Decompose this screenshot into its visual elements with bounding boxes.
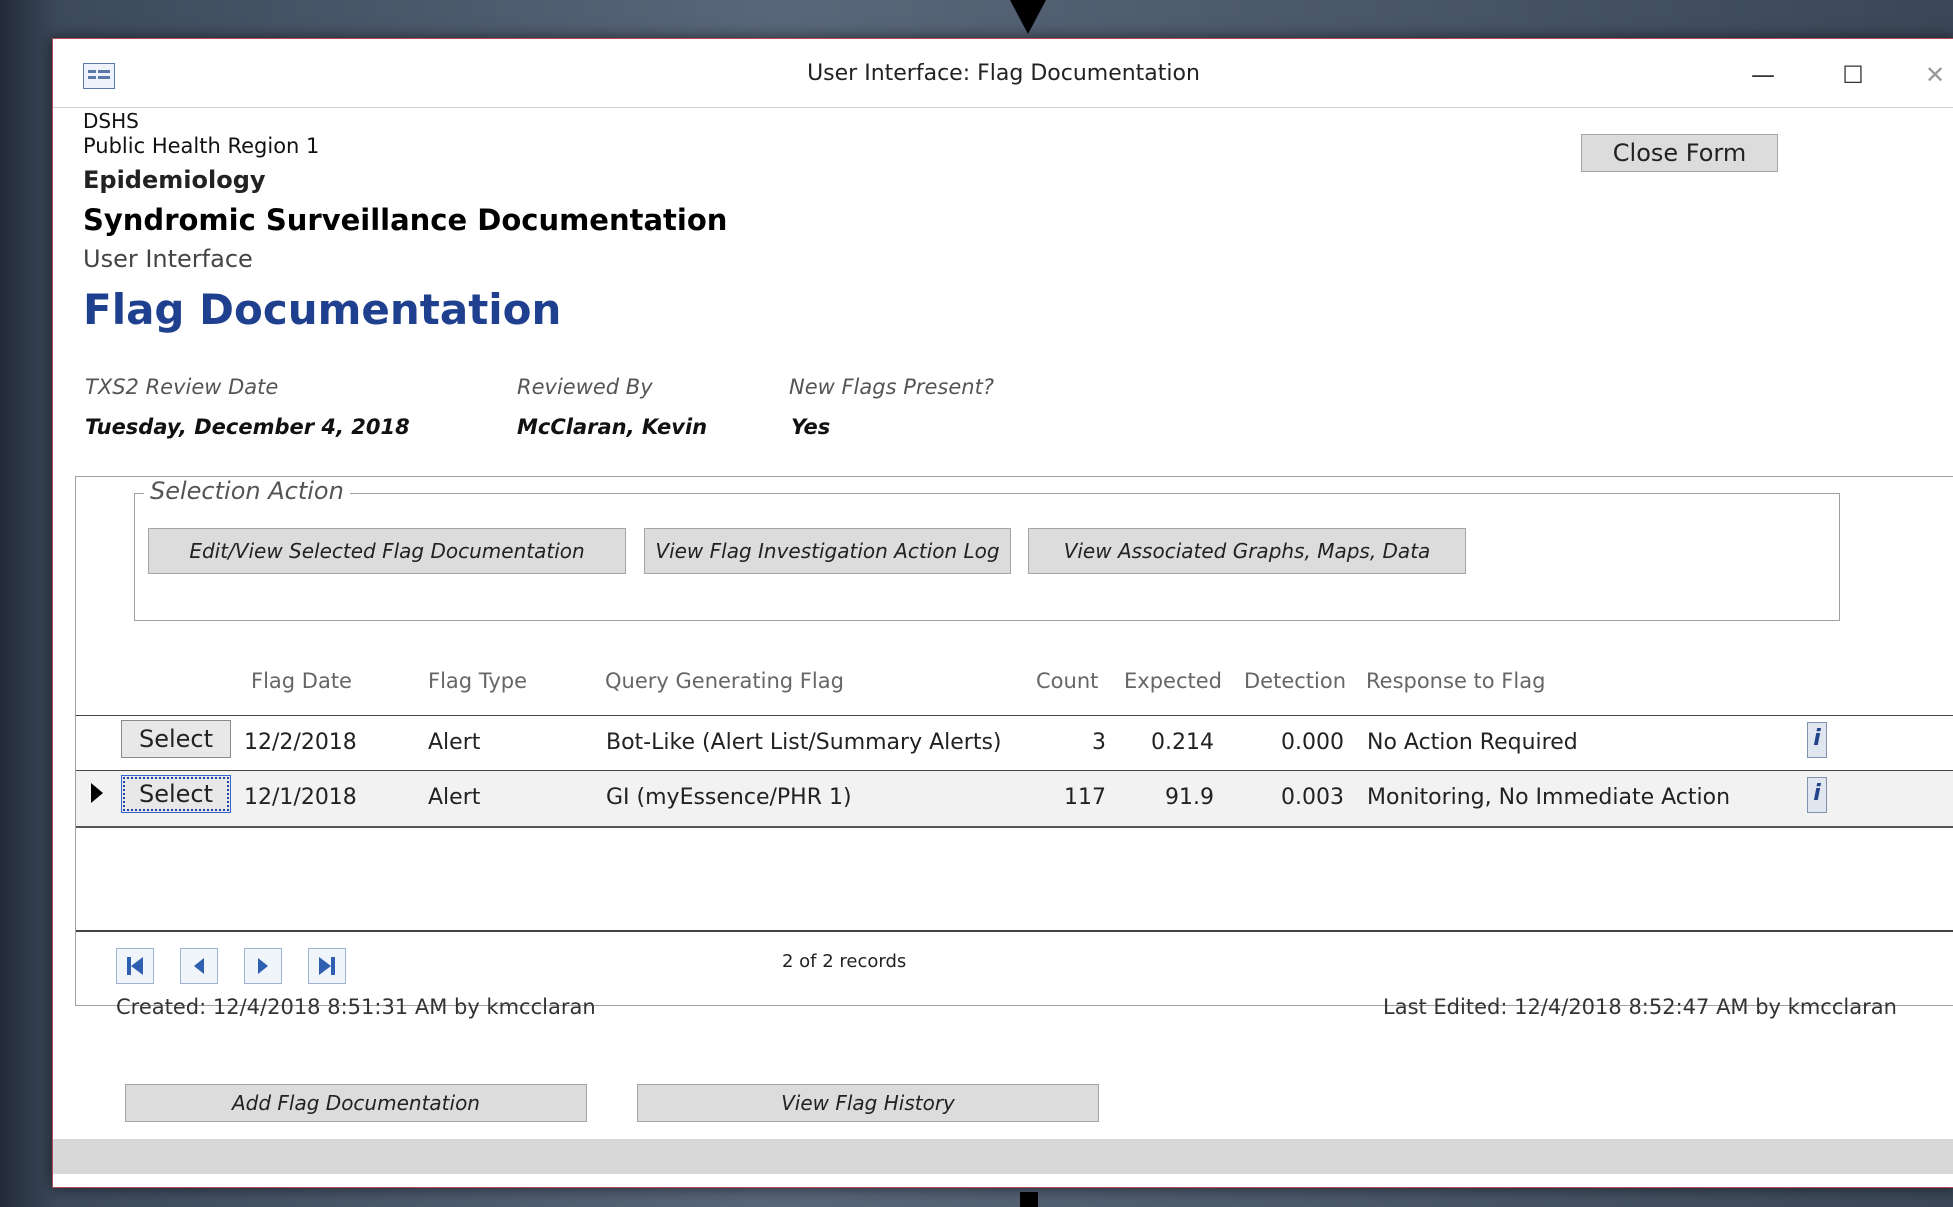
response-cell: No Action Required (1367, 730, 1578, 755)
flag-subform: Selection Action Edit/View Selected Flag… (75, 476, 1953, 1019)
org-name: DSHS (83, 109, 139, 133)
count-cell: 3 (1092, 730, 1106, 755)
detection-cell: 0.000 (1281, 730, 1344, 755)
reviewed-by-label: Reviewed By (517, 375, 653, 399)
count-cell: 117 (1064, 785, 1106, 810)
col-query: Query Generating Flag (605, 669, 844, 693)
new-flags-value: Yes (791, 415, 831, 439)
flag-date-cell: 12/2/2018 (244, 730, 357, 755)
col-flag-type: Flag Type (428, 669, 528, 693)
table-row[interactable]: Select 12/1/2018 Alert GI (myEssence/PHR… (76, 770, 1953, 828)
flag-type-cell: Alert (428, 785, 481, 810)
view-action-log-button[interactable]: View Flag Investigation Action Log (644, 528, 1011, 574)
reviewed-by-value: McClaran, Kevin (517, 415, 708, 439)
col-expected: Expected (1124, 669, 1222, 693)
flag-type-cell: Alert (428, 730, 481, 755)
record-count: 2 of 2 records (782, 951, 907, 972)
status-bar (53, 1139, 1953, 1174)
close-form-button[interactable]: Close Form (1581, 134, 1778, 172)
edit-view-flag-button[interactable]: Edit/View Selected Flag Documentation (148, 528, 626, 574)
department-name: Epidemiology (83, 166, 266, 194)
form-window: User Interface: Flag Documentation — ☐ ✕… (52, 38, 1953, 1188)
page-title: Flag Documentation (83, 285, 562, 334)
next-record-icon[interactable] (244, 948, 282, 984)
review-date-label: TXS2 Review Date (85, 375, 279, 399)
system-name: Syndromic Surveillance Documentation (83, 203, 728, 237)
maximize-button[interactable]: ☐ (1833, 57, 1873, 93)
last-record-icon[interactable] (308, 948, 346, 984)
select-button[interactable]: Select (121, 720, 231, 758)
navigation-divider (76, 930, 1953, 932)
subtitle: User Interface (83, 245, 253, 273)
current-record-indicator-icon (91, 783, 103, 803)
created-info: Created: 12/4/2018 8:51:31 AM by kmcclar… (116, 995, 596, 1019)
view-flag-history-button[interactable]: View Flag History (637, 1084, 1099, 1122)
close-window-button[interactable]: ✕ (1915, 57, 1953, 93)
query-cell: GI (myEssence/PHR 1) (606, 785, 852, 810)
col-detection: Detection (1244, 669, 1347, 693)
new-flags-label: New Flags Present? (789, 375, 994, 399)
previous-record-icon[interactable] (180, 948, 218, 984)
expected-cell: 91.9 (1165, 785, 1214, 810)
info-icon[interactable]: i (1807, 777, 1827, 813)
window-title: User Interface: Flag Documentation (807, 61, 1200, 86)
top-arrow-marker (1010, 0, 1046, 34)
bottom-marker (1020, 1192, 1038, 1207)
col-flag-date: Flag Date (251, 669, 352, 693)
selection-action-legend: Selection Action (144, 477, 350, 505)
detection-cell: 0.003 (1281, 785, 1344, 810)
add-flag-documentation-button[interactable]: Add Flag Documentation (125, 1084, 587, 1122)
last-edited-info: Last Edited: 12/4/2018 8:52:47 AM by kmc… (1383, 995, 1897, 1019)
first-record-icon[interactable] (116, 948, 154, 984)
info-icon[interactable]: i (1807, 722, 1827, 758)
title-bar: User Interface: Flag Documentation — ☐ ✕ (53, 39, 1953, 108)
query-cell: Bot-Like (Alert List/Summary Alerts) (606, 730, 1002, 755)
col-count: Count (1036, 669, 1099, 693)
expected-cell: 0.214 (1151, 730, 1214, 755)
minimize-button[interactable]: — (1743, 57, 1783, 93)
flag-date-cell: 12/1/2018 (244, 785, 357, 810)
table-row[interactable]: Select 12/2/2018 Alert Bot-Like (Alert L… (76, 715, 1953, 771)
col-response: Response to Flag (1366, 669, 1546, 693)
view-graphs-maps-button[interactable]: View Associated Graphs, Maps, Data (1028, 528, 1466, 574)
response-cell: Monitoring, No Immediate Action (1367, 785, 1731, 810)
select-button[interactable]: Select (121, 775, 231, 813)
review-date-value: Tuesday, December 4, 2018 (85, 415, 410, 439)
region-name: Public Health Region 1 (83, 134, 320, 158)
